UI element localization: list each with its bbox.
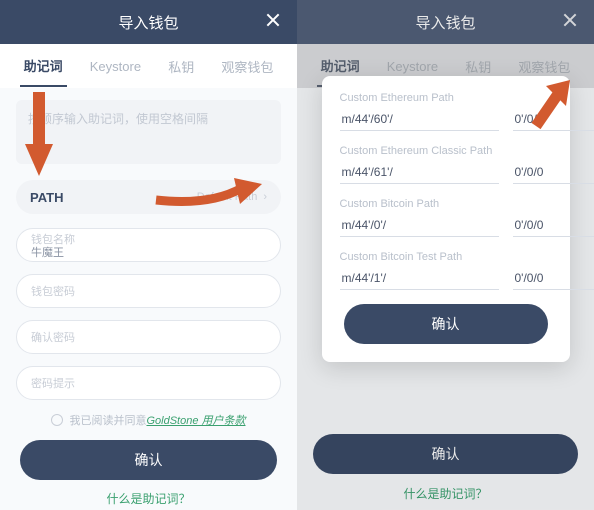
group-label: Custom Ethereum Classic Path [340,145,552,157]
tab-watch[interactable]: 观察钱包 [217,47,277,86]
path-config-modal: Custom Ethereum Path Custom Ethereum Cla… [322,76,570,362]
path-suffix-input[interactable] [513,108,594,131]
path-group: Custom Bitcoin Path [340,198,552,237]
path-suffix-input[interactable] [513,214,594,237]
screen-import-wallet-path-modal: 导入钱包 助记词 Keystore 私钥 观察钱包 确认 什么是助记词？ Cus… [297,0,594,510]
tab-keystore[interactable]: Keystore [86,49,145,84]
group-label: Custom Bitcoin Path [340,198,552,210]
mnemonic-placeholder: 按顺序输入助记词，使用空格间隔 [28,112,208,126]
tab-privatekey[interactable]: 私钥 [164,47,198,86]
password-hint-field[interactable]: 密码提示 [16,366,281,400]
path-prefix-input[interactable] [340,161,499,184]
field-label: 确认密码 [31,332,266,345]
path-group: Custom Ethereum Classic Path [340,145,552,184]
header-title: 导入钱包 [118,12,178,33]
path-suffix-input[interactable] [513,161,594,184]
wallet-name-field[interactable]: 钱包名称 牛魔王 [16,228,281,262]
path-group: Custom Ethereum Path [340,92,552,131]
field-label: 密码提示 [31,378,266,391]
path-selector[interactable]: PATH Default Path › [16,180,281,214]
path-prefix-input[interactable] [340,267,499,290]
group-label: Custom Bitcoin Test Path [340,251,552,263]
terms-text: 我已阅读并同意 [69,412,146,428]
tab-mnemonic[interactable]: 助记词 [20,46,67,87]
form-area: 按顺序输入助记词，使用空格间隔 PATH Default Path › 钱包名称… [0,88,297,507]
field-label: 钱包名称 [31,234,266,247]
path-prefix-input[interactable] [340,108,499,131]
wallet-password-field[interactable]: 钱包密码 [16,274,281,308]
group-label: Custom Ethereum Path [340,92,552,104]
import-tabs: 助记词 Keystore 私钥 观察钱包 [0,44,297,88]
confirm-password-field[interactable]: 确认密码 [16,320,281,354]
terms-link[interactable]: GoldStone 用户条款 [146,412,245,428]
terms-checkbox[interactable] [51,414,63,426]
path-suffix-input[interactable] [513,267,594,290]
path-current-value: Default Path [197,191,258,203]
help-link[interactable]: 什么是助记词？ [16,490,281,507]
header-bar: 导入钱包 [0,0,297,44]
field-value: 牛魔王 [31,247,266,259]
modal-overlay: Custom Ethereum Path Custom Ethereum Cla… [297,0,594,510]
close-icon[interactable] [263,10,283,30]
confirm-button[interactable]: 确认 [20,440,277,480]
field-label: 钱包密码 [31,286,266,299]
path-group: Custom Bitcoin Test Path [340,251,552,290]
terms-row: 我已阅读并同意 GoldStone 用户条款 [16,412,281,428]
screen-import-wallet-main: 导入钱包 助记词 Keystore 私钥 观察钱包 按顺序输入助记词，使用空格间… [0,0,297,510]
modal-confirm-button[interactable]: 确认 [344,304,548,344]
path-prefix-input[interactable] [340,214,499,237]
mnemonic-input[interactable]: 按顺序输入助记词，使用空格间隔 [16,100,281,164]
chevron-right-icon: › [263,191,267,203]
path-label: PATH [30,190,63,205]
